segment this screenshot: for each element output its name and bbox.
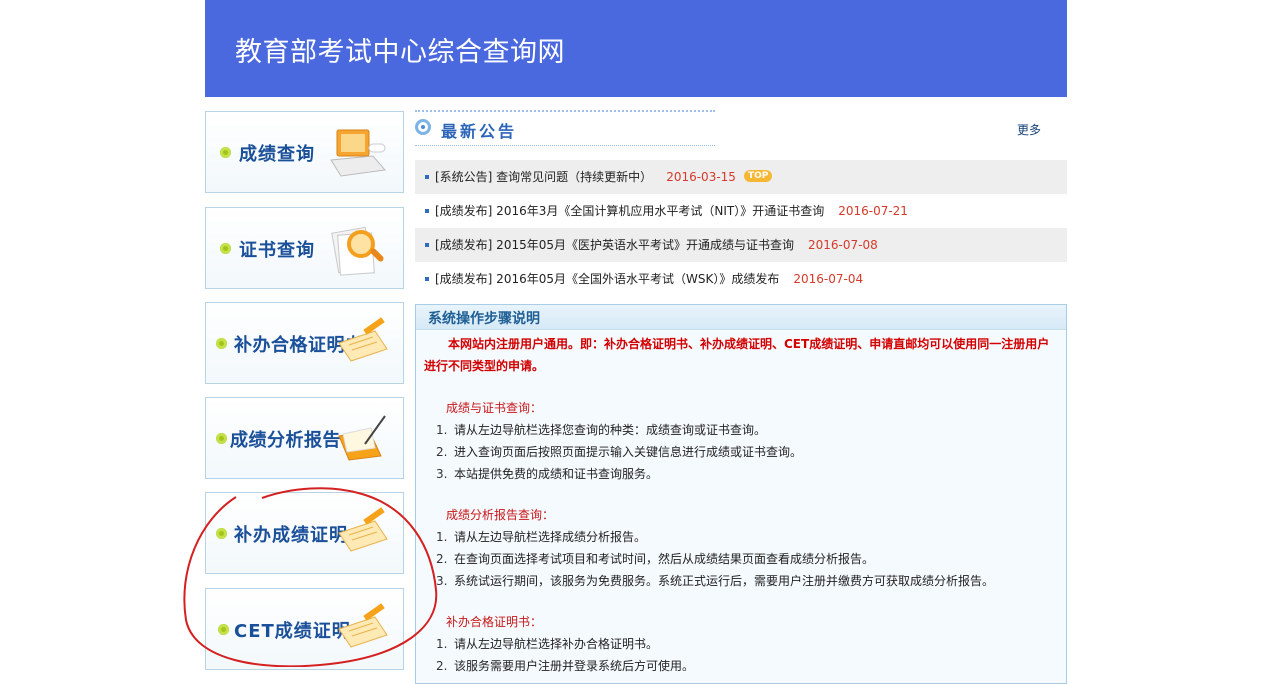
section-title: 补办合格证明书： [446,615,543,629]
bullet-icon [220,147,231,158]
list-number: 1. [436,637,448,651]
notepad-pencil-icon [338,603,388,648]
sidebar-item-score-query[interactable]: 成绩查询 [205,111,404,193]
sidebar-item-label: 证书查询 [239,240,315,261]
sidebar-item-reissue-score-proof[interactable]: 补办成绩证明 [205,492,404,574]
notepad-pencil-icon [338,507,388,552]
sidebar-item-score-analysis[interactable]: 成绩分析报告 [205,397,404,479]
list-text: 本站提供免费的成绩和证书查询服务。 [454,467,659,481]
list-number: 3. [436,467,448,481]
news-item-title[interactable]: [系统公告] 查询常见问题（持续更新中） [435,170,652,184]
list-number: 2. [436,445,448,459]
bullet-icon [216,433,227,444]
list-item: 3. 系统试运行期间，该服务为免费服务。系统正式运行后，需要用户注册并缴费方可获取… [436,572,994,589]
list-item: 1. 请从左边导航栏选择补办合格证明书。 [436,635,658,652]
circle-icon [415,119,431,135]
list-text: 请从左边导航栏选择您查询的种类：成绩查询或证书查询。 [454,423,767,437]
list-item: 1. 请从左边导航栏选择成绩分析报告。 [436,528,646,545]
magnifier-icon [331,226,384,276]
square-bullet-icon [425,277,429,281]
section-title: 成绩与证书查询： [446,401,543,415]
news-item-date: 2016-07-04 [793,272,864,286]
news-item[interactable]: [成绩发布] 2016年05月《全国外语水平考试（WSK）》成绩发布 2016-0… [415,262,1067,296]
bullet-icon [216,338,227,349]
site-header: 教育部考试中心综合查询网 [205,0,1067,97]
bullet-icon [220,243,231,254]
bullet-icon [216,528,227,539]
sidebar-item-label: 成绩分析报告 [230,430,341,451]
list-number: 2. [436,659,448,673]
news-item-title[interactable]: [成绩发布] 2016年05月《全国外语水平考试（WSK）》成绩发布 [435,272,779,286]
list-number: 3. [436,574,448,588]
top-badge: TOP [743,169,773,182]
list-text: 在查询页面选择考试项目和考试时间，然后从成绩结果页面查看成绩分析报告。 [454,552,875,566]
news-item[interactable]: [系统公告] 查询常见问题（持续更新中） 2016-03-15 TOP [415,160,1067,194]
site-title: 教育部考试中心综合查询网 [235,37,565,68]
laptop-icon [330,129,386,177]
square-bullet-icon [425,243,429,247]
news-item-title[interactable]: [成绩发布] 2015年05月《医护英语水平考试》开通成绩与证书查询 [435,238,794,252]
news-header: 最新公告 更多 [415,110,1067,150]
notepad-pencil-icon [338,317,388,362]
news-item[interactable]: [成绩发布] 2015年05月《医护英语水平考试》开通成绩与证书查询 2016-0… [415,228,1067,262]
sidebar-item-label: 成绩查询 [239,144,315,165]
steps-title: 系统操作步骤说明 [416,305,1066,330]
list-text: 该服务需要用户注册并登录系统后方可使用。 [454,659,695,673]
folder-pen-icon [338,415,386,461]
square-bullet-icon [425,175,429,179]
list-text: 系统试运行期间，该服务为免费服务。系统正式运行后，需要用户注册并缴费方可获取成绩… [454,574,995,588]
steps-panel: 系统操作步骤说明 本网站内注册用户通用。即：补办合格证明书、补办成绩证明、CET… [415,304,1067,684]
divider [415,145,715,146]
section-title: 成绩分析报告查询： [446,508,555,522]
divider [415,110,715,115]
bullet-icon [218,624,229,635]
steps-intro-text: 本网站内注册用户通用。即：补办合格证明书、补办成绩证明、CET成绩证明、申请直邮… [424,337,1050,373]
sidebar-item-label: 补办成绩证明 [234,525,348,546]
sidebar-item-cet-score-proof[interactable]: CET成绩证明 [205,588,404,670]
list-item: 2. 在查询页面选择考试项目和考试时间，然后从成绩结果页面查看成绩分析报告。 [436,550,874,567]
list-number: 1. [436,530,448,544]
news-item-title[interactable]: [成绩发布] 2016年3月《全国计算机应用水平考试（NIT）》开通证书查询 [435,204,824,218]
list-item: 3. 本站提供免费的成绩和证书查询服务。 [436,465,658,482]
list-item: 1. 请从左边导航栏选择您查询的种类：成绩查询或证书查询。 [436,421,766,438]
sidebar-item-reissue-certificate[interactable]: 补办合格证明书 [205,302,404,384]
sidebar-item-label: CET成绩证明 [234,621,351,642]
list-number: 2. [436,552,448,566]
list-text: 请从左边导航栏选择成绩分析报告。 [454,530,647,544]
list-item: 2. 进入查询页面后按照页面提示输入关键信息进行成绩或证书查询。 [436,443,802,460]
more-link[interactable]: 更多 [1017,121,1041,138]
square-bullet-icon [425,209,429,213]
news-item-date: 2016-03-15 [666,170,736,184]
list-text: 请从左边导航栏选择补办合格证明书。 [454,637,659,651]
news-item[interactable]: [成绩发布] 2016年3月《全国计算机应用水平考试（NIT）》开通证书查询 20… [415,194,1067,228]
news-heading: 最新公告 [441,122,518,141]
list-number: 1. [436,423,448,437]
news-item-date: 2016-07-08 [808,238,878,252]
list-text: 进入查询页面后按照页面提示输入关键信息进行成绩或证书查询。 [454,445,803,459]
sidebar-item-cert-query[interactable]: 证书查询 [205,207,404,289]
steps-intro: 本网站内注册用户通用。即：补办合格证明书、补办成绩证明、CET成绩证明、申请直邮… [424,333,1060,377]
list-item: 2. 该服务需要用户注册并登录系统后方可使用。 [436,657,694,674]
news-item-date: 2016-07-21 [838,204,908,218]
